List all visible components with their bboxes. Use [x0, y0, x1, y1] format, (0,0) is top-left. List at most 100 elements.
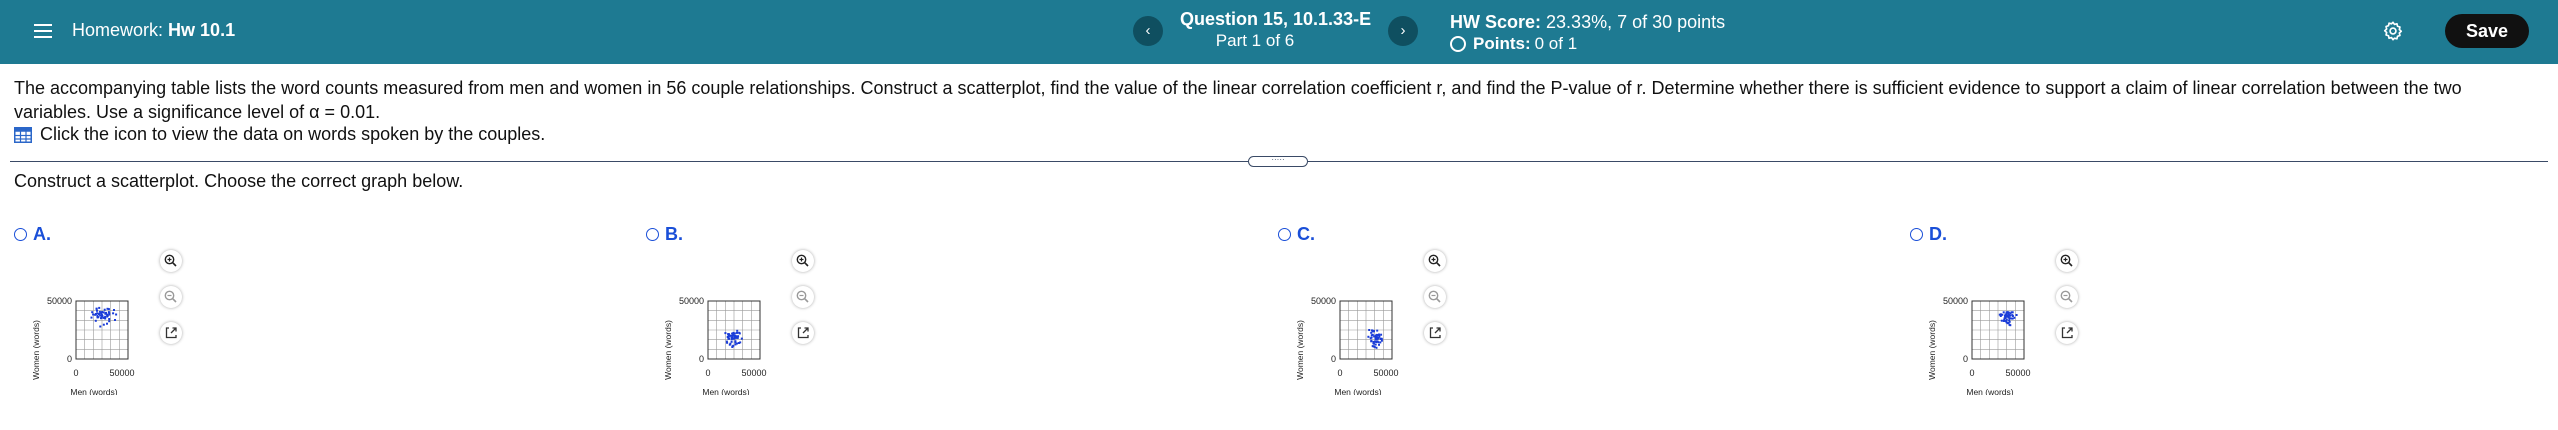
- homework-title: Homework: Hw 10.1: [72, 20, 235, 41]
- scatterplot: 50000 00 50000 Men (words) Women (words): [1927, 296, 2031, 395]
- scatter-point: [1378, 343, 1380, 346]
- x-tick-left: 0: [1337, 368, 1342, 378]
- open-new-window-icon[interactable]: [2056, 322, 2078, 344]
- x-tick-left: 0: [73, 368, 78, 378]
- x-tick-right: 50000: [2005, 368, 2030, 378]
- scatter-point: [1370, 339, 1373, 342]
- scatter-point: [1376, 329, 1379, 332]
- scatter-point: [733, 337, 736, 340]
- zoom-out-icon[interactable]: [792, 286, 814, 308]
- open-new-window-icon[interactable]: [160, 322, 182, 344]
- scatter-point: [734, 340, 737, 343]
- scatter-point: [734, 343, 737, 346]
- previous-question-button[interactable]: ‹: [1133, 16, 1163, 46]
- zoom-in-icon[interactable]: [2056, 250, 2078, 272]
- scatter-point: [726, 341, 729, 344]
- scatter-point: [1371, 329, 1373, 332]
- y-axis-title: Women (words): [663, 320, 673, 380]
- scatter-point: [2005, 311, 2008, 314]
- scatter-point: [738, 332, 741, 335]
- open-new-window-icon[interactable]: [792, 322, 814, 344]
- y-tick-bottom: 0: [67, 354, 72, 364]
- instruction-text: Construct a scatterplot. Choose the corr…: [14, 171, 464, 191]
- next-question-button[interactable]: ›: [1388, 16, 1418, 46]
- x-tick-right: 50000: [109, 368, 134, 378]
- answer-option-d: D. 50000 0 0 50000 Men (words) Women (words): [1910, 222, 2150, 395]
- scatter-point: [1377, 341, 1380, 344]
- zoom-out-icon[interactable]: [2056, 286, 2078, 308]
- scatter-point: [90, 316, 93, 319]
- scatter-point: [101, 315, 104, 317]
- option-radio-button[interactable]: [1910, 228, 1923, 241]
- option-label[interactable]: D.: [1910, 224, 1947, 245]
- scatter-point: [114, 319, 116, 321]
- scatter-point: [1375, 341, 1378, 343]
- score-value: 23.33%, 7 of 30 points: [1546, 12, 1726, 32]
- option-radio-button[interactable]: [14, 228, 27, 241]
- question-info: Question 15, 10.1.33-E Part 1 of 6: [1180, 9, 1371, 51]
- option-label[interactable]: A.: [14, 224, 51, 245]
- zoom-in-icon[interactable]: [792, 250, 814, 272]
- gear-icon[interactable]: [2382, 20, 2404, 42]
- scatter-point: [2011, 315, 2014, 317]
- menu-icon[interactable]: [34, 20, 52, 42]
- scatter-point: [91, 311, 94, 314]
- scatter-point: [1370, 334, 1373, 337]
- scatter-point: [1377, 337, 1379, 340]
- scatter-point: [731, 345, 734, 348]
- scatter-point: [106, 307, 109, 310]
- option-letter: B.: [665, 224, 683, 244]
- y-tick-bottom: 0: [1331, 354, 1336, 364]
- scatter-point: [1374, 338, 1377, 340]
- option-label[interactable]: B.: [646, 224, 683, 245]
- answer-option-c: C. 50000 0 0 50000 Men (words) Women (words): [1278, 222, 1518, 395]
- plot-gridlines: [707, 300, 761, 360]
- scatter-point: [1378, 335, 1381, 338]
- x-axis-title: Men (words): [702, 387, 749, 395]
- y-tick-bottom: 0: [699, 354, 704, 364]
- option-letter: A.: [33, 224, 51, 244]
- view-data-link-text: Click the icon to view the data on words…: [40, 124, 546, 144]
- y-tick-top: 50000: [1311, 296, 1336, 306]
- zoom-out-icon[interactable]: [160, 286, 182, 308]
- scatter-point: [739, 341, 742, 344]
- resize-handle[interactable]: ·····: [1248, 156, 1308, 167]
- save-button[interactable]: Save: [2445, 14, 2529, 48]
- score-label: HW Score:: [1450, 12, 1542, 32]
- zoom-out-icon[interactable]: [1424, 286, 1446, 308]
- scatter-point: [108, 318, 111, 320]
- scatter-point: [2005, 313, 2008, 316]
- points-status-icon: [1450, 36, 1466, 52]
- zoom-in-icon[interactable]: [1424, 250, 1446, 272]
- y-tick-top: 50000: [1943, 296, 1968, 306]
- view-data-link[interactable]: Click the icon to view the data on words…: [14, 124, 545, 145]
- scatter-point: [1378, 333, 1380, 336]
- scatter-point: [1999, 315, 2002, 317]
- option-label[interactable]: C.: [1278, 224, 1315, 245]
- option-radio-button[interactable]: [646, 228, 659, 241]
- scatter-point: [115, 313, 118, 316]
- scatter-point: [96, 309, 98, 312]
- zoom-in-icon[interactable]: [160, 250, 182, 272]
- y-tick-bottom: 0: [1963, 354, 1968, 364]
- option-letter: C.: [1297, 224, 1315, 244]
- scatter-point: [99, 314, 102, 317]
- question-part: Part 1 of 6: [1215, 31, 1295, 50]
- scatter-point: [726, 336, 729, 338]
- table-icon[interactable]: [14, 126, 32, 143]
- scatter-point: [1374, 343, 1377, 346]
- scatter-point: [2010, 317, 2013, 320]
- option-radio-button[interactable]: [1278, 228, 1291, 241]
- scatter-point: [1373, 345, 1376, 348]
- scatter-point: [2008, 314, 2011, 317]
- open-new-window-icon[interactable]: [1424, 322, 1446, 344]
- scatter-point: [99, 325, 102, 328]
- y-axis-title: Women (words): [1927, 320, 1937, 380]
- scatter-point: [2007, 322, 2010, 324]
- plot-gridlines: [75, 300, 129, 360]
- scatter-point: [1370, 336, 1373, 339]
- y-axis-title: Women (words): [31, 320, 41, 380]
- scatterplot: 50000 00 50000 Men (words) Women (words): [663, 296, 767, 395]
- scatter-point: [2000, 319, 2003, 322]
- scatter-point: [113, 309, 115, 311]
